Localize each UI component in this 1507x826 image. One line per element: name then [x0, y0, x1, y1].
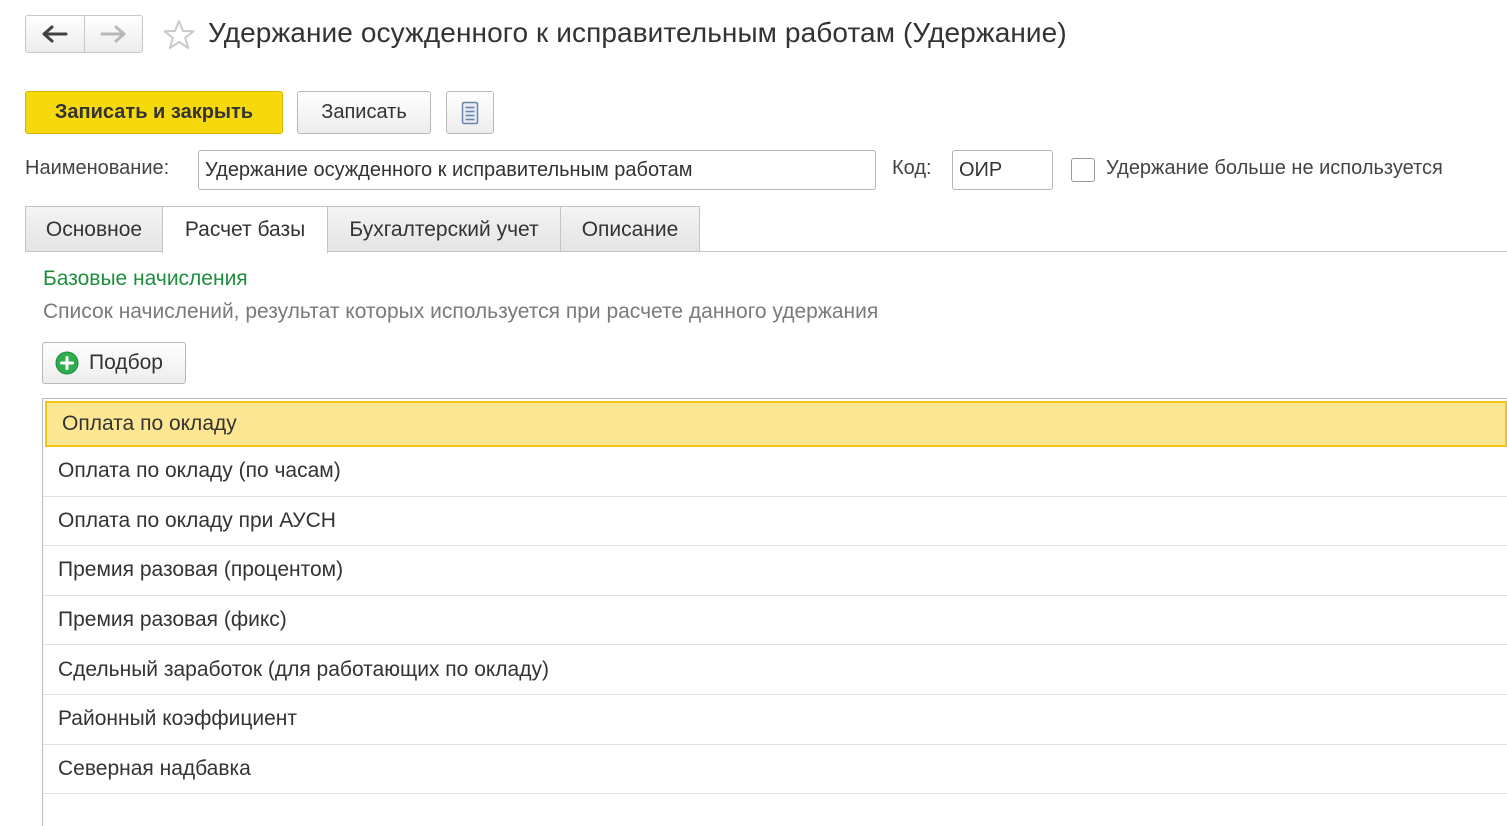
row-label: Оплата по окладу (по часам) [58, 459, 341, 483]
table-row[interactable]: Сдельный заработок (для работающих по ок… [43, 645, 1507, 695]
name-label: Наименование: [25, 157, 170, 179]
table-row[interactable]: Оплата по окладу при АУСН [43, 497, 1507, 547]
row-label: Сдельный заработок (для работающих по ок… [58, 657, 549, 681]
form-window: Удержание осужденного к исправительным р… [0, 0, 1507, 826]
pick-button[interactable]: Подбор [42, 342, 186, 384]
row-label: Премия разовая (процентом) [58, 558, 344, 582]
table-row[interactable]: Северная надбавка [43, 745, 1507, 795]
tab-description[interactable]: Описание [560, 206, 700, 252]
save-and-close-button[interactable]: Записать и закрыть [25, 91, 283, 134]
forward-button[interactable] [83, 16, 143, 52]
row-label: Северная надбавка [58, 756, 251, 780]
row-label: Оплата по окладу [62, 412, 237, 435]
code-label: Код: [892, 157, 932, 179]
document-button[interactable] [446, 91, 494, 134]
table-row[interactable]: Премия разовая (фикс) [43, 596, 1507, 646]
tab-bar: Основное Расчет базы Бухгалтерский учет … [25, 206, 1507, 253]
table-row[interactable]: Оплата по окладу (по часам) [43, 447, 1507, 497]
arrow-left-icon [42, 25, 68, 43]
code-input[interactable] [952, 150, 1053, 190]
tab-base-calculation[interactable]: Расчет базы [162, 206, 328, 253]
history-nav [25, 15, 143, 53]
section-title: Базовые начисления [43, 267, 248, 290]
table-row[interactable]: Премия разовая (процентом) [43, 546, 1507, 596]
row-label: Районный коэффициент [58, 707, 298, 731]
pick-button-label: Подбор [89, 351, 163, 374]
accruals-table: Оплата по окладу Оплата по окладу (по ча… [42, 398, 1507, 826]
row-label: Оплата по окладу при АУСН [58, 508, 336, 532]
arrow-right-icon [100, 25, 126, 43]
unused-checkbox[interactable] [1071, 158, 1095, 182]
document-icon [461, 101, 479, 124]
page-title: Удержание осужденного к исправительным р… [208, 17, 1067, 48]
tab-main[interactable]: Основное [25, 206, 163, 252]
table-row[interactable]: Оплата по окладу [45, 401, 1507, 447]
name-input[interactable] [198, 150, 876, 190]
save-button[interactable]: Записать [297, 91, 431, 134]
section-description: Список начислений, результат которых исп… [43, 300, 879, 323]
plus-circle-icon [55, 351, 79, 375]
tab-accounting[interactable]: Бухгалтерский учет [327, 206, 561, 252]
table-row[interactable]: Районный коэффициент [43, 695, 1507, 745]
row-label: Премия разовая (фикс) [58, 608, 287, 632]
unused-checkbox-label[interactable]: Удержание больше не используется [1106, 157, 1443, 180]
back-button[interactable] [26, 16, 84, 52]
star-icon[interactable] [162, 18, 196, 52]
